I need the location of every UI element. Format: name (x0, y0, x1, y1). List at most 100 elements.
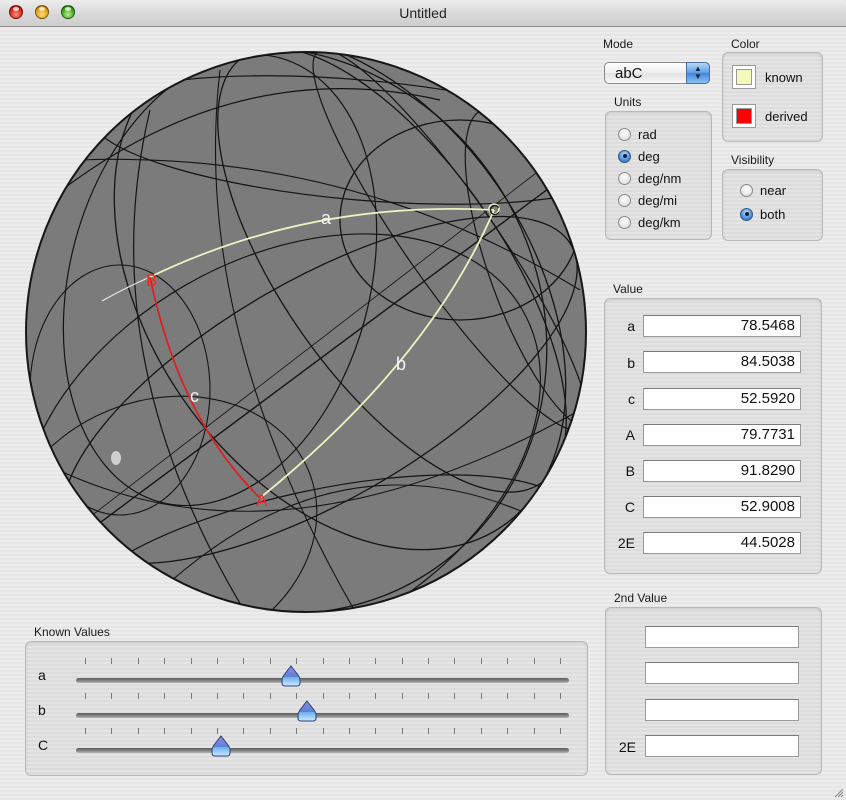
slider-tick (190, 658, 192, 664)
units-group: rad deg deg/nm deg/mi deg/km (605, 111, 712, 240)
slider-label-C: C (38, 737, 49, 753)
slider-tick (164, 658, 166, 664)
radio-button[interactable] (618, 171, 631, 185)
units-option-rad[interactable]: rad (618, 125, 657, 143)
slider-tick (85, 658, 86, 664)
mode-popup[interactable]: abC ▲ ▼ (604, 62, 710, 84)
known-values-label: Known Values (34, 625, 110, 639)
slider-tick (428, 693, 430, 699)
value-field-2E[interactable]: 44.5028 (643, 532, 801, 554)
visibility-group: near both (722, 169, 823, 241)
slider-tick (480, 693, 482, 699)
units-option-deg-mi[interactable]: deg/mi (618, 191, 677, 209)
slider-tick (401, 693, 403, 699)
radio-button[interactable] (618, 215, 631, 229)
value-field-b[interactable]: 84.5038 (643, 351, 801, 373)
mode-selected-value: abC (615, 65, 643, 82)
slider-tick (190, 728, 192, 734)
value-field-C[interactable]: 52.9008 (643, 496, 801, 518)
slider-tick (137, 693, 139, 699)
value-field-a[interactable]: 78.5468 (643, 315, 801, 337)
visibility-label: Visibility (731, 153, 775, 167)
radio-button[interactable] (740, 183, 753, 197)
second-value-row-label-2E: 2E (618, 739, 636, 755)
slider-tick (375, 728, 377, 734)
slider-label-b: b (38, 702, 46, 718)
second-value-field-1[interactable] (645, 626, 799, 648)
second-value-group: 2E (605, 607, 822, 775)
slider-track-a[interactable] (76, 678, 569, 683)
slider-tick (216, 693, 218, 699)
second-value-field-3[interactable] (645, 699, 799, 721)
slider-tick (322, 728, 324, 734)
value-row-label-2E: 2E (617, 535, 635, 551)
visibility-option-near[interactable]: near (740, 181, 786, 199)
slider-tick (560, 693, 561, 699)
slider-tick (85, 693, 86, 699)
value-group: a 78.5468 b 84.5038 c 52.5920 A 79.7731 … (604, 298, 822, 574)
slider-tick (560, 658, 561, 664)
value-row-label-C: C (624, 499, 635, 515)
slider-knob-b[interactable] (297, 700, 317, 722)
slider-tick (85, 728, 86, 734)
units-option-deg[interactable]: deg (618, 147, 660, 165)
units-label: Units (614, 95, 642, 109)
units-option-deg-km[interactable]: deg/km (618, 213, 681, 231)
slider-tick (533, 693, 535, 699)
slider-tick (322, 658, 324, 664)
slider-tick (507, 728, 509, 734)
slider-tick (269, 658, 271, 664)
units-option-deg-nm[interactable]: deg/nm (618, 169, 681, 187)
slider-tick (533, 658, 535, 664)
slider-tick (216, 728, 218, 734)
sphere-body (25, 51, 587, 613)
pole-marker (111, 451, 121, 465)
slider-tick (480, 658, 482, 664)
slider-knob-C[interactable] (211, 735, 231, 757)
slider-tick (137, 728, 139, 734)
slider-tick (190, 693, 192, 699)
radio-button-selected[interactable] (740, 207, 753, 221)
radio-button[interactable] (618, 193, 631, 207)
resize-grip-icon[interactable] (832, 786, 844, 798)
slider-tick (454, 728, 456, 734)
slider-tick (480, 728, 482, 734)
window-title: Untitled (399, 5, 447, 21)
slider-track-b[interactable] (76, 713, 569, 718)
color-label: Color (731, 37, 760, 51)
radio-button[interactable] (618, 127, 631, 141)
side-label-a: a (321, 208, 332, 228)
slider-tick (375, 693, 377, 699)
known-color-well[interactable] (732, 65, 756, 89)
color-group: known derived (722, 52, 823, 142)
slider-track-C[interactable] (76, 748, 569, 753)
derived-color-well[interactable] (732, 104, 756, 128)
slider-tick (348, 658, 350, 664)
value-row-label-b: b (627, 355, 635, 371)
slider-tick (243, 658, 245, 664)
slider-tick (111, 693, 113, 699)
second-value-field-2[interactable] (645, 662, 799, 684)
slider-knob-a[interactable] (281, 665, 301, 687)
title-bar[interactable]: Untitled (0, 0, 846, 27)
value-field-c[interactable]: 52.5920 (643, 388, 801, 410)
updown-arrows-icon: ▲ ▼ (686, 62, 710, 84)
second-value-field-2E[interactable] (645, 735, 799, 757)
value-field-A[interactable]: 79.7731 (643, 424, 801, 446)
slider-label-a: a (38, 667, 46, 683)
visibility-option-both[interactable]: both (740, 205, 785, 223)
slider-tick (296, 693, 298, 699)
slider-tick (296, 728, 298, 734)
sphere-view[interactable]: A B C a b c (20, 30, 600, 620)
vertex-label-A: A (256, 491, 268, 510)
slider-tick (375, 658, 377, 664)
second-value-label: 2nd Value (614, 591, 668, 605)
slider-tick (269, 693, 271, 699)
value-field-B[interactable]: 91.8290 (643, 460, 801, 482)
slider-tick (507, 693, 509, 699)
slider-tick (401, 728, 403, 734)
derived-color-label: derived (765, 109, 808, 124)
slider-tick (322, 693, 324, 699)
radio-button-selected[interactable] (618, 149, 631, 163)
vertex-label-B: B (146, 271, 157, 290)
